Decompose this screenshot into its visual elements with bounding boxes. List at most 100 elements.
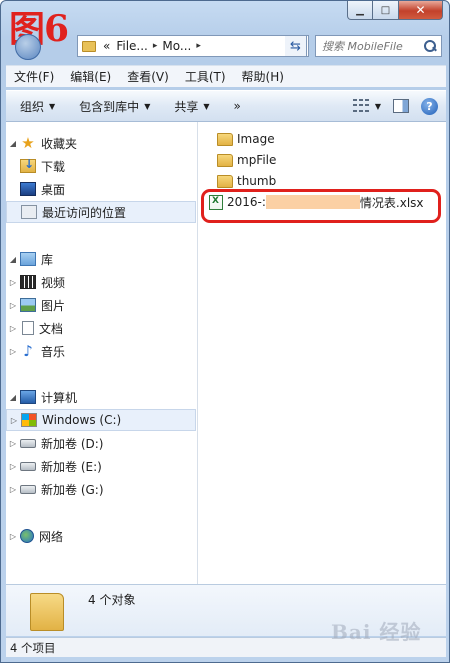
list-item[interactable]: thumb (217, 171, 276, 191)
command-bar-right: ▼ ? (352, 97, 446, 115)
collapse-arrow-icon[interactable]: ▷ (6, 347, 20, 356)
share-button[interactable]: 共享 ▼ (160, 98, 219, 115)
folder-icon (217, 153, 233, 167)
video-icon (20, 275, 36, 289)
expand-arrow-icon[interactable]: ◢ (6, 139, 20, 148)
collapse-arrow-icon[interactable]: ▷ (6, 278, 20, 287)
breadcrumb-file[interactable]: File... (113, 39, 151, 53)
explorer-window: ▁ □ ✕ 图6 « File... ▸ Mo... ▸ ▼ ⇆ 文件(F) 编… (0, 0, 450, 663)
folder-icon (30, 593, 64, 631)
star-icon: ★ (21, 134, 35, 152)
nav-drive-c[interactable]: ▷ Windows (C:) (6, 409, 196, 431)
share-label: 共享 (174, 99, 199, 114)
collapse-arrow-icon[interactable]: ▷ (6, 439, 20, 448)
menu-edit[interactable]: 编辑(E) (62, 68, 119, 85)
desktop-icon (20, 182, 36, 196)
nav-documents[interactable]: ▷ 文档 (6, 317, 196, 339)
nav-label: 下载 (41, 159, 66, 174)
nav-label: 最近访问的位置 (42, 205, 127, 220)
menu-bar: 文件(F) 编辑(E) 查看(V) 工具(T) 帮助(H) (6, 65, 446, 87)
nav-recent-places[interactable]: 最近访问的位置 (6, 201, 196, 223)
collapse-arrow-icon[interactable]: ▷ (7, 416, 21, 425)
file-name: Image (237, 132, 275, 146)
nav-desktop[interactable]: 桌面 (6, 178, 196, 200)
back-button[interactable] (15, 34, 41, 60)
nav-favorites[interactable]: ◢ ★ 收藏夹 (6, 132, 196, 154)
menu-tools[interactable]: 工具(T) (177, 68, 234, 85)
drive-icon (20, 438, 36, 448)
search-input[interactable] (316, 39, 416, 53)
music-note-icon: ♪ (23, 342, 33, 360)
list-item[interactable]: Image (217, 129, 275, 149)
collapse-arrow-icon[interactable]: ▷ (6, 324, 20, 333)
highlight-annotation (201, 189, 441, 223)
address-bar[interactable]: « File... ▸ Mo... ▸ ▼ (77, 35, 309, 57)
nav-libraries[interactable]: ◢ 库 (6, 248, 196, 270)
search-icon[interactable] (423, 39, 437, 53)
nav-label: 新加卷 (D:) (41, 436, 104, 451)
more-label: » (233, 99, 241, 113)
change-view-icon[interactable] (352, 99, 369, 113)
refresh-icon: ⇆ (290, 38, 301, 54)
expand-arrow-icon[interactable]: ◢ (6, 255, 20, 264)
maximize-button[interactable]: □ (373, 1, 399, 20)
navigation-pane: ◢ ★ 收藏夹 下载 桌面 最近访问的位置 ◢ (6, 122, 198, 584)
nav-downloads[interactable]: 下载 (6, 155, 196, 177)
collapse-arrow-icon[interactable]: ▷ (6, 462, 20, 471)
object-count: 4 个对象 (88, 593, 136, 607)
collapse-arrow-icon[interactable]: ▷ (6, 532, 20, 541)
nav-drive-d[interactable]: ▷ 新加卷 (D:) (6, 432, 196, 454)
help-icon[interactable]: ? (421, 97, 438, 115)
expand-arrow-icon[interactable]: ◢ (6, 393, 20, 402)
preview-pane-icon[interactable] (393, 99, 409, 113)
menu-help[interactable]: 帮助(H) (234, 68, 292, 85)
computer-icon (20, 390, 36, 404)
nav-pictures[interactable]: ▷ 图片 (6, 294, 196, 316)
drive-icon (20, 461, 36, 471)
breadcrumb-separator[interactable]: ▸ (151, 41, 160, 51)
search-box[interactable] (315, 35, 442, 57)
include-in-library-button[interactable]: 包含到库中 ▼ (65, 98, 160, 115)
nav-label: 网络 (39, 529, 64, 544)
nav-label: 视频 (41, 275, 66, 290)
nav-label: Windows (C:) (42, 413, 122, 427)
nav-drive-e[interactable]: ▷ 新加卷 (E:) (6, 455, 196, 477)
collapse-arrow-icon[interactable]: ▷ (6, 301, 20, 310)
command-bar: 组织 ▼ 包含到库中 ▼ 共享 ▼ » ▼ ? (6, 90, 446, 122)
drive-icon (20, 484, 36, 494)
network-icon (20, 529, 34, 543)
more-commands-button[interactable]: » (220, 99, 251, 113)
refresh-button[interactable]: ⇆ (285, 35, 307, 57)
document-icon (22, 321, 34, 335)
nav-label: 文档 (39, 321, 64, 336)
menu-view[interactable]: 查看(V) (119, 68, 177, 85)
nav-label: 图片 (41, 298, 66, 313)
nav-label: 新加卷 (G:) (41, 482, 104, 497)
nav-drive-g[interactable]: ▷ 新加卷 (G:) (6, 478, 196, 500)
file-name: mpFile (237, 153, 277, 167)
nav-label: 桌面 (41, 182, 66, 197)
organize-button[interactable]: 组织 ▼ (6, 98, 65, 115)
chevron-down-icon[interactable]: ▼ (375, 102, 381, 111)
download-folder-icon (20, 157, 36, 173)
breadcrumb-separator[interactable]: ▸ (194, 41, 203, 51)
nav-videos[interactable]: ▷ 视频 (6, 271, 196, 293)
breadcrumb-mobilefile[interactable]: Mo... (159, 39, 194, 53)
nav-label: 库 (41, 252, 54, 267)
organize-label: 组织 (20, 99, 45, 114)
menu-file[interactable]: 文件(F) (6, 68, 62, 85)
folder-icon (82, 40, 96, 52)
nav-computer[interactable]: ◢ 计算机 (6, 386, 196, 408)
nav-label: 新加卷 (E:) (41, 459, 102, 474)
nav-music[interactable]: ▷ ♪ 音乐 (6, 340, 196, 362)
folder-icon (217, 132, 233, 146)
nav-network[interactable]: ▷ 网络 (6, 525, 196, 547)
close-button[interactable]: ✕ (399, 1, 443, 20)
caption-buttons: ▁ □ ✕ (347, 1, 443, 21)
collapse-arrow-icon[interactable]: ▷ (6, 485, 20, 494)
library-icon (20, 252, 36, 266)
nav-label: 计算机 (41, 390, 78, 405)
list-item[interactable]: mpFile (217, 150, 276, 170)
minimize-button[interactable]: ▁ (347, 1, 373, 20)
address-overflow[interactable]: « (100, 39, 113, 53)
